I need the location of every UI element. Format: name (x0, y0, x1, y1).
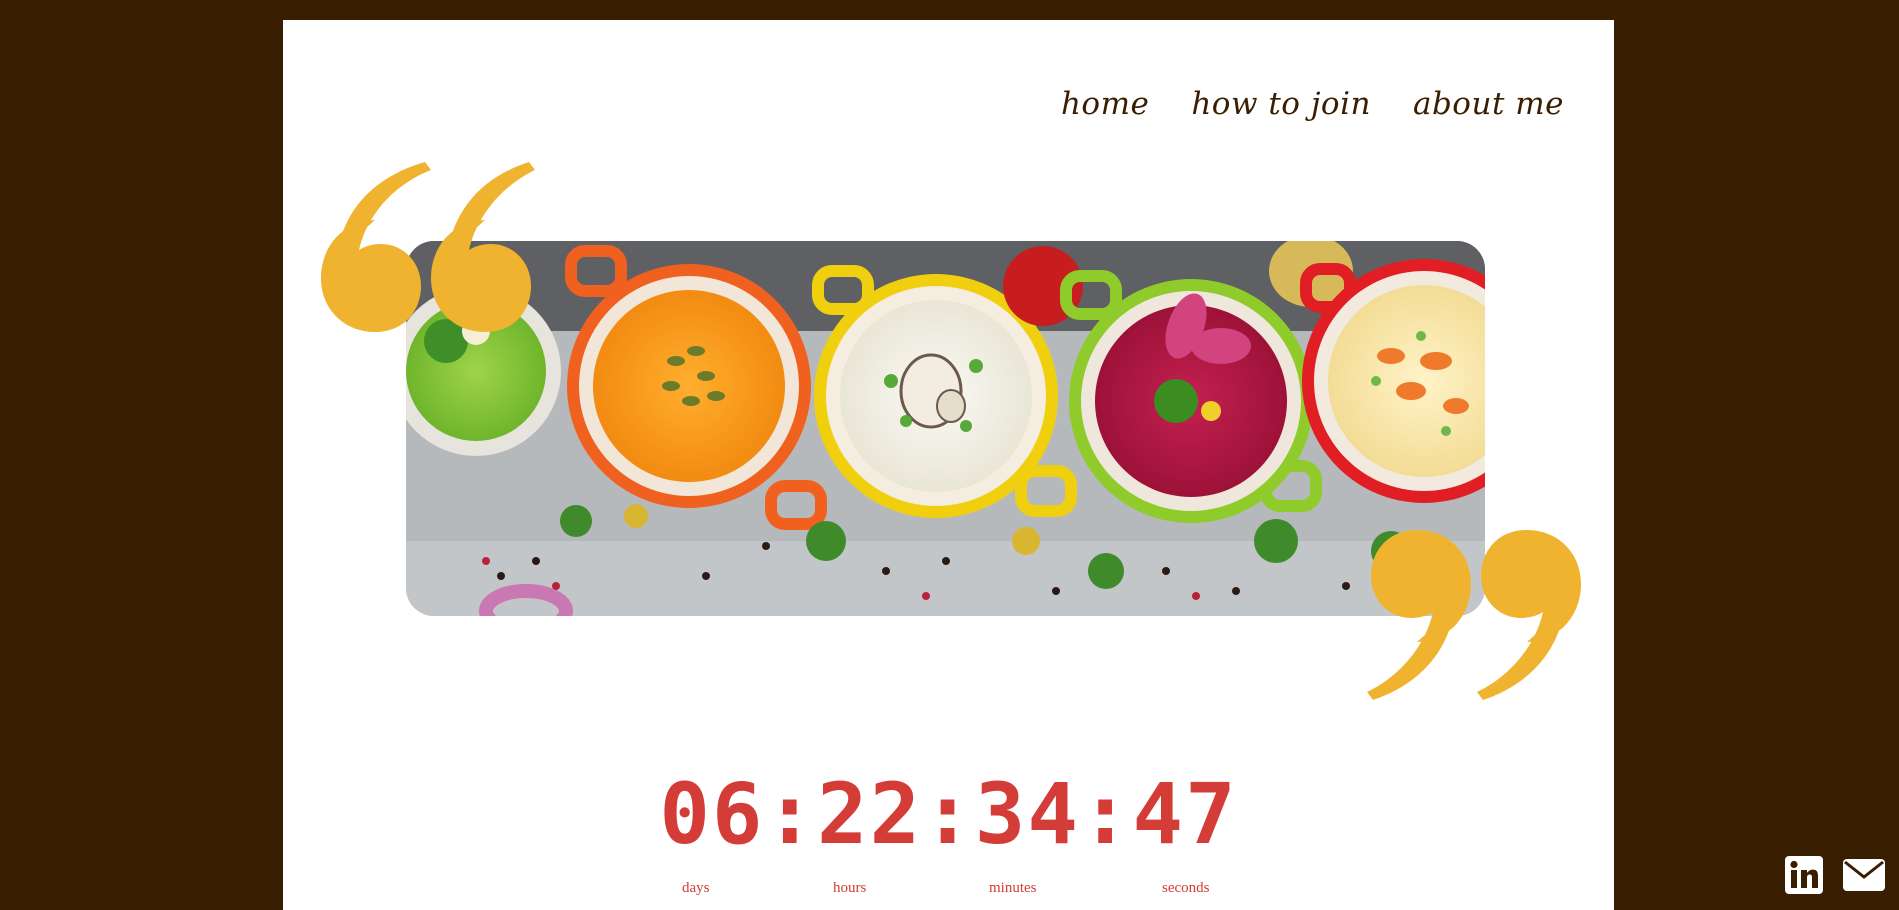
social-links (1785, 856, 1885, 898)
nav-about-me-link[interactable]: about me (1413, 86, 1564, 122)
main-nav: home how to join about me (1061, 86, 1564, 122)
hours-label: hours (833, 880, 867, 896)
days-label: days (682, 880, 710, 896)
soup-bowls-photo (406, 241, 1485, 616)
seconds-label: seconds (1162, 880, 1210, 896)
email-icon[interactable] (1843, 859, 1885, 895)
nav-how-to-join-link[interactable]: how to join (1191, 86, 1371, 122)
minutes-label: minutes (989, 880, 1037, 896)
countdown-timer: 06:22:34:47 (659, 765, 1238, 863)
linkedin-icon[interactable] (1785, 856, 1823, 898)
close-quote-icon (1367, 530, 1581, 700)
page-card: home how to join about me 06:22:34:47 da… (283, 20, 1614, 910)
nav-home-link[interactable]: home (1061, 86, 1149, 122)
open-quote-icon (321, 162, 535, 332)
